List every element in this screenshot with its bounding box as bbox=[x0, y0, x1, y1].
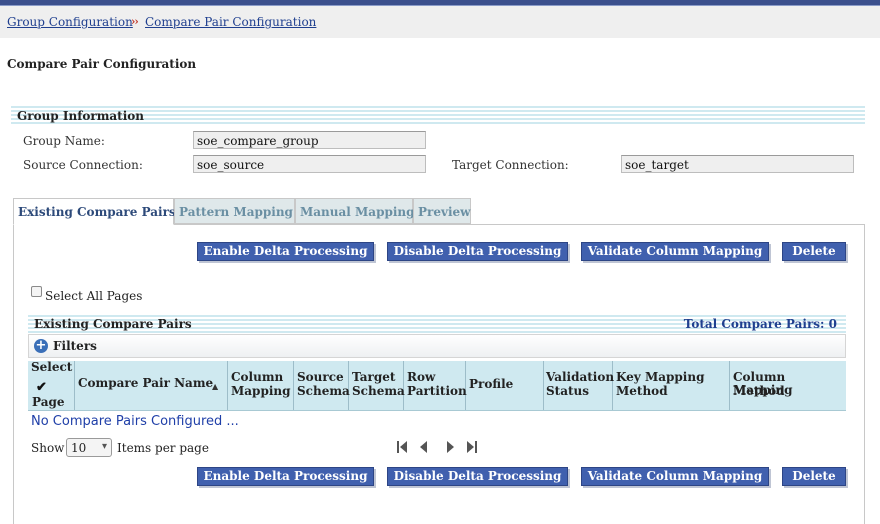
breadcrumb: Group Configuration ›› Compare Pair Conf… bbox=[0, 6, 880, 38]
enable-delta-processing-button[interactable]: Enable Delta Processing bbox=[197, 242, 374, 261]
show-label: Show bbox=[31, 441, 65, 455]
delete-button[interactable]: Delete bbox=[782, 242, 846, 261]
filters-bar[interactable]: + Filters bbox=[28, 334, 846, 358]
select-all-pages-checkbox[interactable] bbox=[31, 286, 42, 297]
tab-existing-compare-pairs[interactable]: Existing Compare Pairs bbox=[13, 198, 176, 225]
group-information-header: Group Information bbox=[11, 106, 865, 126]
target-connection-field[interactable]: soe_target bbox=[621, 155, 854, 173]
column-validation-status: Validation Status bbox=[544, 361, 615, 410]
column-compare-pair-name[interactable]: Compare Pair Name ▲ bbox=[75, 361, 228, 410]
last-page-icon[interactable] bbox=[466, 440, 478, 458]
tab-preview[interactable]: Preview bbox=[413, 198, 471, 224]
column-column-mapping-line1: Column bbox=[231, 370, 284, 384]
source-connection-label: Source Connection: bbox=[23, 158, 143, 172]
column-source-schema-line1: Source bbox=[297, 370, 344, 384]
column-target-schema-line1: Target bbox=[352, 370, 396, 384]
column-column-mapping-method: Column Mapping Method bbox=[730, 361, 846, 410]
table-title-bar: Existing Compare Pairs Total Compare Pai… bbox=[28, 315, 846, 333]
select-all-pages-label: Select All Pages bbox=[45, 289, 143, 303]
tab-manual-mapping[interactable]: Manual Mapping bbox=[295, 198, 415, 224]
next-page-icon[interactable] bbox=[445, 440, 455, 458]
page-title: Compare Pair Configuration bbox=[7, 57, 197, 71]
checkmark-icon[interactable]: ✔ bbox=[36, 381, 47, 394]
table-header-row: Select ✔ Page Compare Pair Name ▲ Column… bbox=[28, 361, 846, 411]
column-source-schema: Source Schema bbox=[294, 361, 350, 410]
breadcrumb-compare-pair-configuration[interactable]: Compare Pair Configuration bbox=[145, 15, 316, 29]
column-target-schema: Target Schema bbox=[349, 361, 405, 410]
table-title: Existing Compare Pairs bbox=[34, 317, 192, 331]
column-validation-status-line2: Status bbox=[546, 384, 590, 398]
prev-page-icon[interactable] bbox=[419, 440, 429, 458]
column-column-mapping-line2: Mapping bbox=[231, 384, 291, 398]
items-per-page-label: Items per page bbox=[117, 441, 209, 455]
page-size-value: 10 bbox=[71, 441, 87, 455]
tab-pattern-mapping[interactable]: Pattern Mapping bbox=[174, 198, 295, 224]
column-select-label: Select bbox=[31, 360, 73, 374]
page-size-select[interactable]: 10 ▾ bbox=[66, 438, 112, 457]
column-column-mapping: Column Mapping bbox=[228, 361, 294, 410]
empty-table-message: No Compare Pairs Configured ... bbox=[31, 414, 239, 429]
first-page-icon[interactable] bbox=[396, 440, 408, 458]
column-select: Select ✔ Page bbox=[28, 361, 75, 410]
column-target-schema-line2: Schema bbox=[352, 384, 405, 398]
column-validation-status-line1: Validation bbox=[546, 370, 615, 384]
group-name-label: Group Name: bbox=[23, 134, 105, 148]
total-compare-pairs: Total Compare Pairs: 0 bbox=[683, 317, 837, 331]
column-row-partition-line2: Partition bbox=[407, 384, 467, 398]
source-connection-field[interactable]: soe_source bbox=[193, 155, 426, 173]
target-connection-label: Target Connection: bbox=[452, 158, 569, 172]
disable-delta-processing-button[interactable]: Disable Delta Processing bbox=[387, 242, 568, 261]
column-key-mapping-method-line2: Method bbox=[616, 384, 668, 398]
delete-button-bottom[interactable]: Delete bbox=[782, 467, 846, 486]
disable-delta-processing-button-bottom[interactable]: Disable Delta Processing bbox=[387, 467, 568, 486]
enable-delta-processing-button-bottom[interactable]: Enable Delta Processing bbox=[197, 467, 374, 486]
plus-circle-icon[interactable]: + bbox=[34, 339, 48, 353]
column-column-mapping-method-line2: Method bbox=[733, 384, 785, 398]
group-name-field[interactable]: soe_compare_group bbox=[193, 131, 426, 149]
chevron-down-icon: ▾ bbox=[101, 441, 107, 452]
sort-ascending-icon: ▲ bbox=[212, 381, 219, 391]
column-select-page-label: Page bbox=[32, 395, 65, 409]
validate-column-mapping-button[interactable]: Validate Column Mapping bbox=[581, 242, 769, 261]
column-key-mapping-method: Key Mapping Method bbox=[613, 361, 730, 410]
group-information-title: Group Information bbox=[17, 109, 144, 123]
breadcrumb-group-configuration[interactable]: Group Configuration bbox=[7, 15, 133, 29]
validate-column-mapping-button-bottom[interactable]: Validate Column Mapping bbox=[581, 467, 769, 486]
column-row-partition-line1: Row bbox=[407, 370, 436, 384]
column-compare-pair-name-label: Compare Pair Name bbox=[78, 376, 214, 390]
column-key-mapping-method-line1: Key Mapping bbox=[616, 370, 705, 384]
breadcrumb-separator-icon: ›› bbox=[131, 15, 139, 28]
column-profile: Profile bbox=[466, 361, 544, 410]
column-row-partition: Row Partition bbox=[404, 361, 467, 410]
filters-label: Filters bbox=[53, 339, 97, 353]
column-profile-label: Profile bbox=[469, 377, 514, 391]
column-source-schema-line2: Schema bbox=[297, 384, 350, 398]
